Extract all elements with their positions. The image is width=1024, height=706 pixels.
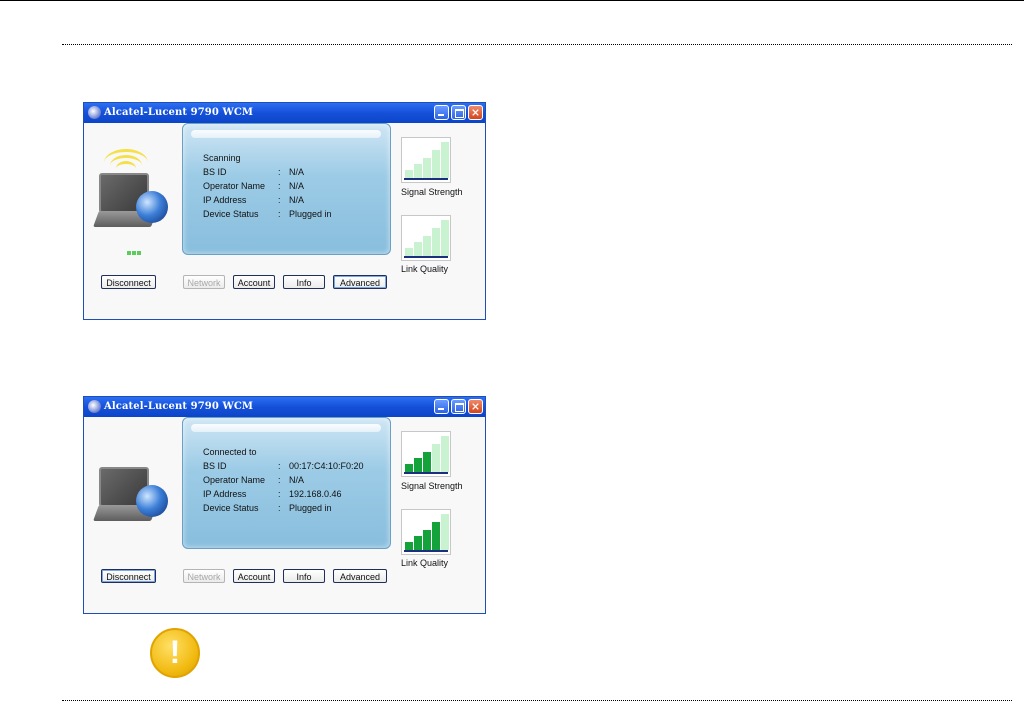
- signal-strength-label: Signal Strength: [401, 187, 463, 197]
- meter-bar: [405, 464, 413, 472]
- close-button[interactable]: ×: [468, 399, 483, 414]
- window-title: Alcatel-Lucent 9790 WCM: [104, 107, 254, 118]
- laptop-icon: [93, 173, 168, 235]
- info-panel: Scanning BS ID: N/A Operator Name: N/A IP …: [182, 123, 391, 255]
- network-button[interactable]: Network: [183, 275, 225, 289]
- meter-bar: [414, 458, 422, 472]
- link-quality-label: Link Quality: [401, 558, 449, 568]
- advanced-button[interactable]: Advanced: [333, 569, 387, 583]
- meter-bar: [441, 142, 449, 178]
- warning-exclamation-icon: !: [150, 628, 200, 678]
- connection-status: Scanning: [203, 153, 241, 163]
- link-quality-meter: [401, 509, 451, 555]
- meter-bar: [432, 228, 440, 256]
- info-button[interactable]: Info: [283, 275, 325, 289]
- minimize-button[interactable]: [434, 105, 449, 120]
- window-title: Alcatel-Lucent 9790 WCM: [104, 401, 254, 412]
- app-globe-icon: [88, 400, 101, 413]
- meter-bar: [432, 522, 440, 550]
- meter-bar: [432, 444, 440, 472]
- maximize-button[interactable]: [451, 105, 466, 120]
- meter-bar: [423, 158, 431, 178]
- account-button[interactable]: Account: [233, 569, 275, 583]
- globe-icon: [136, 485, 168, 517]
- link-quality-label: Link Quality: [401, 264, 449, 274]
- account-button[interactable]: Account: [233, 275, 275, 289]
- disconnect-button[interactable]: Disconnect: [101, 275, 156, 289]
- signal-strength-label: Signal Strength: [401, 481, 463, 491]
- meter-bar: [414, 242, 422, 256]
- network-button[interactable]: Network: [183, 569, 225, 583]
- meter-bar: [441, 220, 449, 256]
- meter-bar: [405, 170, 413, 178]
- maximize-button[interactable]: [451, 399, 466, 414]
- info-panel: Connected to BS ID:00:17:C4:10:F0:20 Ope…: [182, 417, 391, 549]
- top-separator: [62, 44, 1012, 45]
- globe-icon: [136, 191, 168, 223]
- info-button[interactable]: Info: [283, 569, 325, 583]
- meter-bar: [423, 530, 431, 550]
- laptop-icon: [93, 467, 168, 529]
- link-quality-meter: [401, 215, 451, 261]
- signal-strength-meter: [401, 431, 451, 477]
- meter-bar: [414, 164, 422, 178]
- close-button[interactable]: ×: [468, 105, 483, 120]
- meter-bar: [441, 436, 449, 472]
- meter-bar: [405, 248, 413, 256]
- disconnect-button[interactable]: Disconnect: [101, 569, 156, 583]
- window-titlebar[interactable]: Alcatel-Lucent 9790 WCM ×: [84, 397, 485, 417]
- meter-bar: [441, 514, 449, 550]
- connection-status: Connected to: [203, 447, 257, 457]
- minimize-button[interactable]: [434, 399, 449, 414]
- window-titlebar[interactable]: Alcatel-Lucent 9790 WCM ×: [84, 103, 485, 123]
- bottom-separator: [62, 700, 1012, 701]
- wcm-window-connected: Alcatel-Lucent 9790 WCM × Connected to B…: [83, 396, 486, 614]
- meter-bar: [414, 536, 422, 550]
- app-globe-icon: [88, 106, 101, 119]
- meter-bar: [423, 452, 431, 472]
- status-leds: [127, 242, 145, 255]
- wcm-window-scanning: Alcatel-Lucent 9790 WCM × Scanning BS ID…: [83, 102, 486, 320]
- meter-bar: [405, 542, 413, 550]
- meter-bar: [423, 236, 431, 256]
- top-border-line: [0, 0, 1024, 1]
- meter-bar: [432, 150, 440, 178]
- signal-strength-meter: [401, 137, 451, 183]
- advanced-button[interactable]: Advanced: [333, 275, 387, 289]
